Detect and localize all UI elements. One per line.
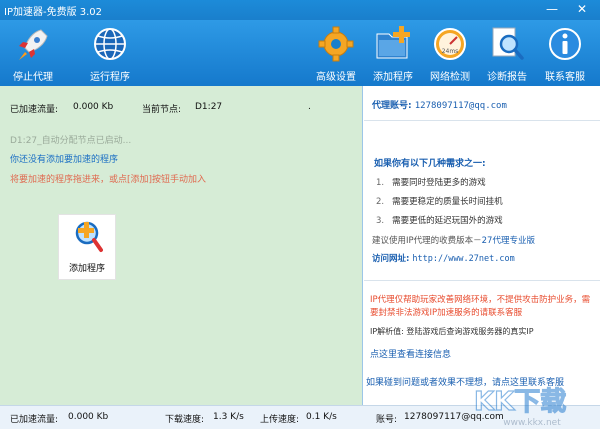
node-indicator: . bbox=[308, 102, 311, 112]
proxy-account-label: 代理账号: bbox=[372, 101, 412, 111]
log-line: 你还没有添加要加速的程序 bbox=[10, 155, 119, 165]
watermark-url: www.kkx.net bbox=[503, 418, 561, 428]
connection-info-link[interactable]: 点这里查看连接信息 bbox=[370, 347, 451, 360]
add-program-tile-label: 添加程序 bbox=[68, 264, 105, 274]
diagnose-report-label: 诊断报告 bbox=[487, 72, 527, 83]
advanced-settings-button[interactable]: 高级设置 bbox=[311, 22, 361, 84]
log-line: 将要加速的程序拖进来，或点[添加]按钮手动加入 bbox=[10, 175, 207, 185]
watermark-logo: KK下载 www.kkx.net bbox=[473, 386, 566, 428]
stop-proxy-label: 停止代理 bbox=[13, 72, 53, 83]
run-program-button[interactable]: 运行程序 bbox=[84, 22, 136, 84]
upgrade-suggestion: 建议使用IP代理的收费版本－27代理专业版 bbox=[372, 236, 535, 246]
network-check-button[interactable]: 24ms 网络检测 bbox=[425, 22, 475, 84]
info-pane: 代理账号: 1278097117@qq.com 如果你有以下几种需求之一: 1.… bbox=[364, 86, 600, 405]
run-program-label: 运行程序 bbox=[90, 72, 130, 83]
stop-proxy-button[interactable]: 停止代理 bbox=[8, 22, 58, 84]
add-program-label: 添加程序 bbox=[373, 72, 413, 83]
add-program-tile[interactable]: 添加程序 bbox=[58, 214, 116, 280]
download-speed-label: 下载速度: bbox=[165, 415, 205, 425]
program-list-pane[interactable]: 已加速流量: 0.000 Kb 当前节点: D1:27 . D1:27_自动分配… bbox=[0, 86, 363, 405]
network-check-label: 网络检测 bbox=[430, 72, 470, 83]
log-line: D1:27_自动分配节点已启动... bbox=[10, 136, 132, 146]
gear-icon bbox=[318, 26, 354, 62]
needs-heading: 如果你有以下几种需求之一: bbox=[374, 159, 486, 169]
title-bar[interactable]: IP加速器-免费版 3.02 — ✕ bbox=[0, 0, 600, 20]
advanced-settings-label: 高级设置 bbox=[316, 72, 356, 83]
traffic-value: 0.000 Kb bbox=[73, 102, 114, 112]
upload-speed-value: 0.1 K/s bbox=[306, 412, 337, 422]
proxy-account-value: 1278097117@qq.com bbox=[414, 101, 507, 111]
diagnose-report-button[interactable]: 诊断报告 bbox=[482, 22, 532, 84]
pro-version-link[interactable]: 27代理专业版 bbox=[482, 236, 535, 246]
node-label: 当前节点: bbox=[142, 105, 182, 115]
minimize-button[interactable]: — bbox=[540, 0, 564, 18]
warning-text: IP代理仅帮助玩家改善网络环境，不提供攻击防护业务，需要封禁非法游戏IP加速服务… bbox=[370, 295, 591, 318]
website: 访问网址: http://www.27net.com bbox=[372, 252, 515, 264]
magnifier-icon bbox=[492, 27, 524, 60]
node-value: D1:27 bbox=[195, 102, 223, 112]
contact-support-label: 联系客服 bbox=[545, 72, 585, 83]
watermark-text: KK下载 bbox=[474, 387, 566, 417]
need-item: 1. 需要同时登陆更多的游戏 bbox=[376, 178, 486, 188]
download-speed-value: 1.3 K/s bbox=[213, 412, 244, 422]
website-label: 访问网址: bbox=[372, 254, 410, 264]
folder-add-icon bbox=[376, 26, 410, 59]
ip-resolve-tip: IP解析值: 登陆游戏后查询游戏服务器的真实IP bbox=[370, 327, 534, 336]
need-item: 3. 需要更低的延迟玩国外的游戏 bbox=[376, 216, 503, 226]
add-magnifier-icon bbox=[75, 221, 103, 252]
status-traffic-value: 0.000 Kb bbox=[68, 412, 109, 422]
need-item: 2. 需要更稳定的质量长时间挂机 bbox=[376, 197, 503, 207]
divider bbox=[364, 120, 600, 121]
traffic-label: 已加速流量: bbox=[10, 105, 59, 115]
rocket-icon bbox=[19, 29, 48, 60]
upload-speed-label: 上传速度: bbox=[260, 415, 300, 425]
info-icon bbox=[549, 28, 581, 60]
speedometer-icon: 24ms bbox=[434, 28, 466, 60]
globe-icon bbox=[94, 28, 126, 60]
status-account-label: 账号: bbox=[376, 415, 398, 425]
toolbar: 停止代理 运行程序 高级设置 添加程序 24ms 网络检测 诊断报告 联系客服 bbox=[0, 20, 600, 86]
divider bbox=[364, 280, 600, 281]
proxy-account: 代理账号: 1278097117@qq.com bbox=[372, 98, 507, 111]
gauge-readout: 24ms bbox=[442, 48, 459, 55]
add-program-button[interactable]: 添加程序 bbox=[368, 22, 418, 84]
status-traffic-label: 已加速流量: bbox=[10, 415, 59, 425]
app-window: IP加速器-免费版 3.02 — ✕ 停止代理 运行程序 高级设置 添加程序 2… bbox=[0, 0, 600, 429]
contact-support-button[interactable]: 联系客服 bbox=[538, 22, 592, 84]
window-title: IP加速器-免费版 3.02 bbox=[4, 7, 103, 18]
website-link[interactable]: http://www.27net.com bbox=[412, 254, 514, 264]
close-button[interactable]: ✕ bbox=[570, 0, 594, 18]
